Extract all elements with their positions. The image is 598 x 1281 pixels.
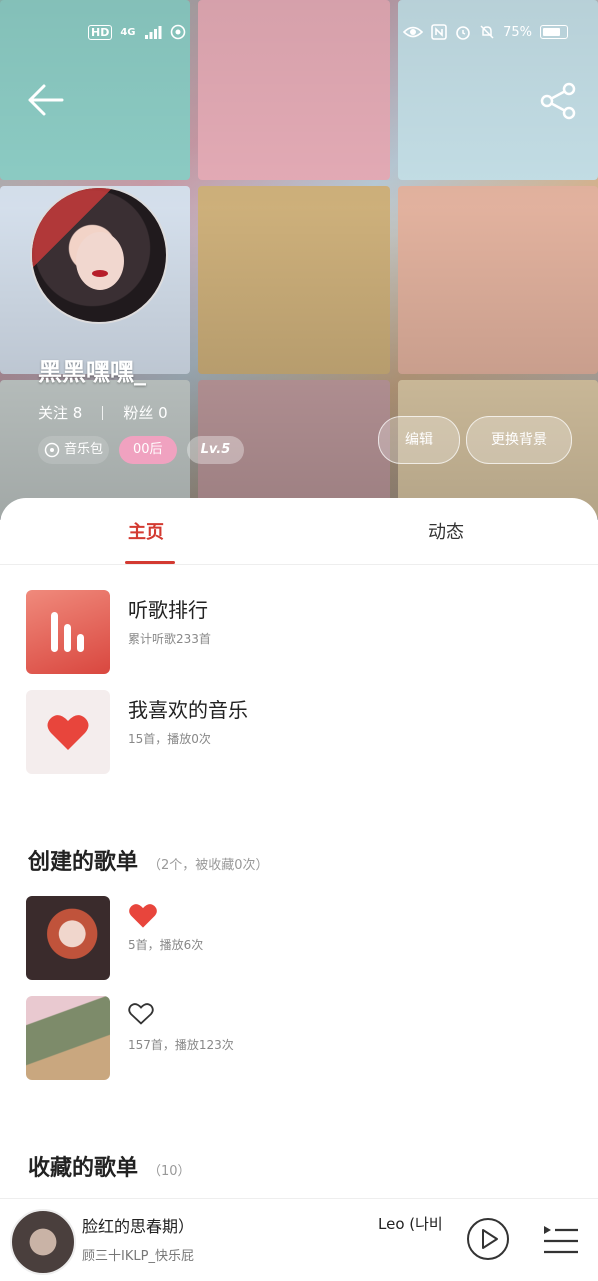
now-playing-title: 脸红的思春期） Leo (나비 (82, 1213, 443, 1237)
playlist-item[interactable]: 5首，播放6次 (26, 896, 586, 980)
back-arrow-icon[interactable] (26, 82, 66, 118)
music-package-icon (44, 442, 60, 458)
playlist-queue-icon[interactable] (542, 1223, 580, 1257)
mute-icon (480, 25, 494, 39)
profile-tags: 音乐包 00后 Lv.5 (38, 436, 245, 464)
hd-indicator: HD (88, 24, 113, 40)
active-tab-indicator (125, 561, 175, 564)
battery-percent: 75% (503, 24, 532, 40)
music-package-tag[interactable]: 音乐包 (38, 436, 110, 464)
eye-icon (403, 26, 424, 38)
following-count[interactable]: 关注 8 (38, 402, 82, 423)
status-bar: HD 4G 75% (0, 18, 598, 50)
username: 黑黑嘿嘿_ (38, 357, 146, 386)
music-package-label: 音乐包 (64, 442, 104, 457)
collected-playlists-summary: （10） (148, 1164, 191, 1179)
playlist-cover (26, 996, 110, 1080)
tab-bar: 主页 动态 (0, 498, 598, 565)
liked-thumbnail (26, 690, 110, 774)
signal-icon (144, 26, 162, 39)
song-title: 脸红的思春期） (82, 1217, 195, 1236)
change-background-button[interactable]: 更换背景 (466, 416, 572, 464)
playlist-cover (26, 896, 110, 980)
divider (102, 405, 104, 420)
fans-count[interactable]: 粉丝 0 (123, 402, 167, 423)
playlist-item[interactable]: 157首，播放123次 (26, 996, 586, 1080)
heart-outline-icon (128, 1003, 154, 1025)
collected-playlists-title: 收藏的歌单 (28, 1155, 139, 1181)
status-right: 75% (403, 24, 568, 40)
playlist-subtitle: 5首，播放6次 (128, 938, 204, 952)
play-icon[interactable] (466, 1217, 510, 1261)
follow-stats: 关注 8 粉丝 0 (38, 402, 168, 423)
tab-home[interactable]: 主页 (128, 518, 164, 544)
heart-filled-icon (129, 904, 157, 928)
user-avatar[interactable] (30, 186, 168, 324)
edit-button[interactable]: 编辑 (378, 416, 460, 464)
content-sheet: 主页 动态 听歌排行 累计听歌233首 我喜欢的音乐 15首，播放0次 创建的歌… (0, 498, 598, 1280)
playlist-subtitle: 157首，播放123次 (128, 1038, 234, 1052)
collected-playlists-heading: 收藏的歌单 （10） (28, 1150, 191, 1182)
bar-chart-icon (51, 612, 84, 652)
artist-right: Leo (나비 (378, 1215, 443, 1233)
rank-subtitle: 累计听歌233首 (128, 632, 211, 646)
hotspot-icon (170, 24, 185, 40)
share-icon[interactable] (538, 80, 580, 122)
level-tag[interactable]: Lv.5 (186, 436, 245, 464)
network-type: 4G (120, 26, 136, 38)
liked-title: 我喜欢的音乐 (128, 698, 248, 722)
created-playlists-heading: 创建的歌单 （2个，被收藏0次） (28, 844, 269, 876)
listening-rank-item[interactable]: 听歌排行 累计听歌233首 (26, 590, 586, 674)
alarm-icon (456, 26, 470, 40)
battery-icon (540, 25, 568, 39)
heart-filled-icon (47, 715, 89, 750)
album-disc[interactable] (10, 1209, 76, 1275)
status-left: HD 4G (88, 24, 186, 40)
created-playlists-summary: （2个，被收藏0次） (148, 858, 269, 873)
created-playlists-title: 创建的歌单 (28, 849, 139, 875)
liked-subtitle: 15首，播放0次 (128, 732, 211, 746)
tab-activity[interactable]: 动态 (428, 518, 464, 544)
mini-player[interactable]: 脸红的思春期） Leo (나비 顾三十IKLP_快乐屁 (0, 1198, 598, 1281)
now-playing-artist: 顾三十IKLP_快乐屁 (82, 1249, 194, 1264)
age-tag[interactable]: 00后 (119, 436, 177, 464)
rank-thumbnail (26, 590, 110, 674)
rank-title: 听歌排行 (128, 598, 208, 622)
avatar-face (76, 232, 124, 290)
nfc-icon (431, 24, 447, 40)
liked-music-item[interactable]: 我喜欢的音乐 15首，播放0次 (26, 690, 586, 774)
avatar-lips (92, 270, 108, 277)
